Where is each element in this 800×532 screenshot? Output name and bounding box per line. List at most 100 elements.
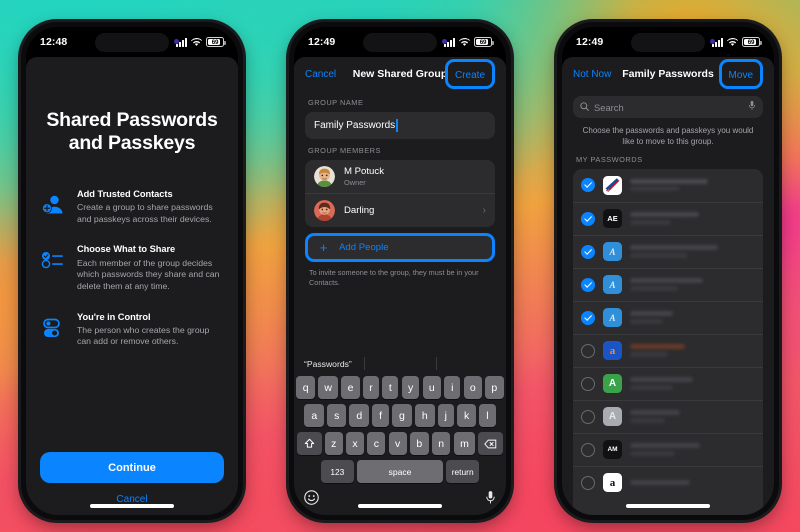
add-people-button[interactable]: + Add People (305, 233, 495, 262)
app-icon-script-a: A (603, 242, 622, 262)
row-checkbox-selected[interactable] (581, 178, 595, 193)
member-row-darling[interactable]: Darling › (305, 193, 495, 227)
row-checkbox-selected[interactable] (581, 244, 595, 259)
app-icon-script-a: A (603, 308, 622, 328)
numeric-key[interactable]: 123 (320, 460, 354, 483)
continue-button[interactable]: Continue (40, 452, 224, 483)
row-checkbox-unselected[interactable] (581, 442, 595, 457)
key-s[interactable]: s (327, 404, 347, 427)
key-v[interactable]: v (388, 432, 407, 455)
app-icon-amazon: a (603, 473, 622, 493)
key-h[interactable]: h (414, 404, 435, 427)
key-b[interactable]: b (409, 432, 429, 455)
table-row[interactable]: A (573, 399, 763, 433)
key-l[interactable]: l (479, 404, 496, 427)
key-t[interactable]: t (382, 376, 399, 399)
table-row[interactable]: a (573, 465, 763, 499)
key-i[interactable]: i (444, 376, 461, 399)
group-name-input[interactable]: Family Passwords (305, 112, 495, 139)
cancel-button[interactable]: Cancel (305, 69, 336, 80)
app-icon-airline (603, 175, 622, 195)
status-time: 12:49 (308, 36, 336, 48)
space-key[interactable]: space (357, 460, 443, 483)
keyboard-bottom-bar (294, 487, 506, 513)
wifi-icon (727, 37, 738, 47)
row-checkbox-unselected[interactable] (581, 409, 595, 424)
table-row[interactable]: A (573, 267, 763, 301)
key-p[interactable]: p (485, 376, 504, 399)
status-time: 12:49 (576, 36, 604, 48)
row-label-redacted (630, 212, 755, 225)
key-e[interactable]: e (341, 376, 360, 399)
member-name: Darling (344, 204, 375, 216)
feature-item-youre-in-control: You're in Control The person who creates… (40, 312, 222, 348)
table-row[interactable]: A (573, 300, 763, 334)
row-label-redacted (630, 311, 755, 324)
shift-icon[interactable] (296, 432, 322, 455)
search-icon (580, 98, 589, 116)
move-button[interactable]: Move (729, 70, 753, 81)
key-x[interactable]: x (346, 432, 365, 455)
my-passwords-label: MY PASSWORDS (576, 154, 643, 164)
instruction-text: Choose the passwords and passkeys you wo… (582, 126, 754, 146)
key-r[interactable]: r (362, 376, 380, 399)
member-row-owner[interactable]: M Potuck Owner (305, 160, 495, 193)
key-o[interactable]: o (463, 376, 482, 399)
table-row[interactable]: a (573, 333, 763, 367)
table-row[interactable] (573, 169, 763, 202)
row-checkbox-selected[interactable] (581, 277, 595, 292)
table-row[interactable]: AE (573, 201, 763, 235)
key-y[interactable]: y (401, 376, 420, 399)
key-a[interactable]: a (304, 404, 325, 427)
row-label-redacted (630, 245, 755, 258)
key-k[interactable]: k (457, 404, 477, 427)
row-label-redacted (630, 410, 755, 423)
key-m[interactable]: m (453, 432, 476, 455)
table-row[interactable]: A (573, 366, 763, 400)
row-checkbox-selected[interactable] (581, 211, 595, 226)
app-icon-script-a: A (603, 275, 622, 295)
add-people-highlight: + Add People (305, 233, 495, 262)
battery-percent: 69 (747, 38, 755, 46)
phone-screen-intro: 12:48 69 Shared Passwords and Passkeys A… (26, 27, 238, 515)
microphone-icon[interactable] (748, 98, 756, 116)
search-input[interactable]: Search (573, 96, 763, 118)
feature-heading: Add Trusted Contacts (77, 189, 173, 199)
backspace-icon[interactable] (478, 432, 504, 455)
key-u[interactable]: u (422, 376, 442, 399)
key-c[interactable]: c (367, 432, 386, 455)
feature-heading: You're in Control (77, 311, 151, 322)
row-label-redacted (630, 377, 755, 390)
key-f[interactable]: f (372, 404, 389, 427)
row-label-redacted (630, 278, 755, 291)
not-now-button[interactable]: Not Now (573, 69, 611, 80)
row-checkbox-unselected[interactable] (581, 475, 595, 490)
battery-icon: 69 (474, 37, 494, 47)
key-q[interactable]: q (296, 376, 315, 399)
emoji-icon[interactable] (304, 490, 319, 510)
row-label-redacted (630, 344, 755, 357)
return-key[interactable]: return (446, 460, 480, 483)
key-z[interactable]: z (324, 432, 343, 455)
key-g[interactable]: g (392, 404, 412, 427)
avatar (314, 200, 335, 221)
screenshot-canvas: 12:48 69 Shared Passwords and Passkeys A… (0, 0, 800, 532)
row-checkbox-unselected[interactable] (581, 376, 595, 391)
new-group-body: Cancel New Shared Group Create GROUP NAM… (294, 57, 506, 515)
key-n[interactable]: n (431, 432, 451, 455)
microphone-icon[interactable] (485, 490, 496, 510)
table-row[interactable]: A (573, 234, 763, 268)
row-checkbox-selected[interactable] (581, 310, 595, 325)
key-d[interactable]: d (349, 404, 370, 427)
wifi-icon (459, 37, 470, 47)
member-role: Owner (344, 177, 366, 187)
app-icon-blue-a: a (603, 341, 622, 361)
keyboard-suggestion-bar[interactable]: “Passwords” (294, 353, 506, 374)
table-row[interactable]: AM (573, 432, 763, 466)
row-checkbox-unselected[interactable] (581, 343, 595, 358)
text-caret (396, 119, 398, 132)
key-w[interactable]: w (318, 376, 339, 399)
key-j[interactable]: j (437, 404, 454, 427)
phone-screen-new-group: 12:49 69 Cancel New Shared Group Create … (294, 27, 506, 515)
create-button[interactable]: Create (455, 70, 485, 81)
